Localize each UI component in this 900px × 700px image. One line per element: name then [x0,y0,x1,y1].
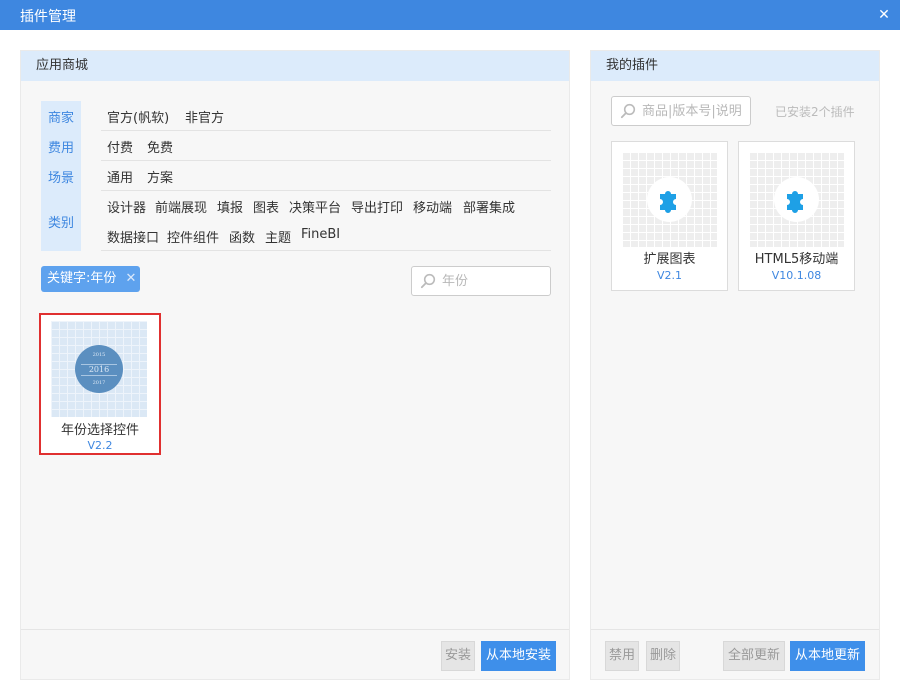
filter-option-theme[interactable]: 主题 [265,227,291,246]
filter-option-functions[interactable]: 函数 [229,227,255,246]
remove-tag-icon[interactable]: ✕ [125,266,136,292]
plugin-version: V10.1.08 [771,269,822,282]
window-title: 插件管理 [20,9,76,25]
year-label-current: 2016 [81,364,117,376]
my-plugins-search-input[interactable] [642,102,744,120]
disable-button[interactable]: 禁用 [605,641,639,671]
plugin-version: V2.2 [87,439,113,452]
filter-option-export[interactable]: 导出打印 [351,197,403,216]
puzzle-icon [660,191,676,213]
plugin-thumbnail [622,152,717,247]
filter-option-designer[interactable]: 设计器 [107,197,146,216]
my-plugins-search-box [611,96,751,126]
plugin-thumbnail: 2015 2016 2017 [51,321,147,417]
keyword-tag: 关键字:年份 ✕ [41,266,141,292]
puzzle-icon-badge [774,177,819,222]
plugin-name: 年份选择控件 [60,423,139,438]
installed-count: 已安装2个插件 [775,105,855,119]
filter-row-category: 设计器 前端展现 填报 图表 决策平台 导出打印 移动端 部署集成 数据接口 控… [101,191,551,251]
filter-option-fill[interactable]: 填报 [217,197,243,216]
calendar-year-icon: 2015 2016 2017 [75,345,123,393]
filter-row-fee: 付费 免费 [101,131,551,161]
filter-label-category: 类别 [47,216,74,231]
app-store-header: 应用商城 [21,51,569,81]
year-label-next: 2017 [92,380,106,386]
store-search-input[interactable] [442,272,544,290]
close-icon[interactable]: ✕ [874,4,894,26]
puzzle-icon-badge [647,177,692,222]
filter-option-frontend[interactable]: 前端展现 [155,197,207,216]
filter-option-data-interface[interactable]: 数据接口 [107,227,159,246]
filter-label-fee: 费用 [47,141,74,156]
filter-option-free[interactable]: 免费 [147,137,173,156]
filter-label-column: 商家 费用 场景 类别 [41,101,81,251]
search-icon [420,273,436,289]
store-search-box [411,266,551,296]
plugin-name: HTML5移动端 [754,252,839,267]
plugin-card-extended-chart[interactable]: 扩展图表 V2.1 [611,141,728,291]
store-footer: 安装 从本地安装 [21,629,569,679]
install-button[interactable]: 安装 [441,641,475,671]
filter-option-unofficial[interactable]: 非官方 [185,107,224,126]
keyword-tag-label: 关键字:年份 [47,271,117,286]
update-all-button[interactable]: 全部更新 [723,641,785,671]
filter-option-mobile[interactable]: 移动端 [413,197,452,216]
app-store-panel: 应用商城 商家 费用 场景 类别 官方(帆软) 非官方 付费 免费 通用 方案 … [20,50,570,680]
puzzle-icon [787,191,803,213]
filter-option-official[interactable]: 官方(帆软) [107,107,169,126]
my-plugins-footer: 禁用 删除 全部更新 从本地更新 [591,629,879,679]
year-label-prev: 2015 [92,352,106,358]
filter-option-decision[interactable]: 决策平台 [289,197,341,216]
plugin-card-html5-mobile[interactable]: HTML5移动端 V10.1.08 [738,141,855,291]
filter-label-scene: 场景 [47,171,74,186]
filter-option-finebi[interactable]: FineBI [301,227,340,242]
window-titlebar: 插件管理 ✕ [0,0,900,30]
filter-label-merchant: 商家 [47,111,74,126]
filter-option-paid[interactable]: 付费 [107,137,133,156]
plugin-version: V2.1 [656,269,683,282]
plugin-name: 扩展图表 [643,252,696,267]
filter-option-chart[interactable]: 图表 [253,197,279,216]
filter-option-solution[interactable]: 方案 [147,167,173,186]
plugin-thumbnail [749,152,844,247]
my-plugins-header: 我的插件 [591,51,879,81]
delete-button[interactable]: 删除 [646,641,680,671]
filter-row-merchant: 官方(帆软) 非官方 [101,101,551,131]
filter-option-deploy[interactable]: 部署集成 [463,197,515,216]
my-plugins-panel: 我的插件 已安装2个插件 扩展图表 V2.1 HTML5移动端 [590,50,880,680]
update-local-button[interactable]: 从本地更新 [790,641,865,671]
filter-option-general[interactable]: 通用 [107,167,133,186]
plugin-card-year-selector[interactable]: 2015 2016 2017 年份选择控件 V2.2 [39,313,161,455]
search-icon [620,103,636,119]
filter-row-scene: 通用 方案 [101,161,551,191]
install-local-button[interactable]: 从本地安装 [481,641,556,671]
filter-option-widgets[interactable]: 控件组件 [167,227,219,246]
